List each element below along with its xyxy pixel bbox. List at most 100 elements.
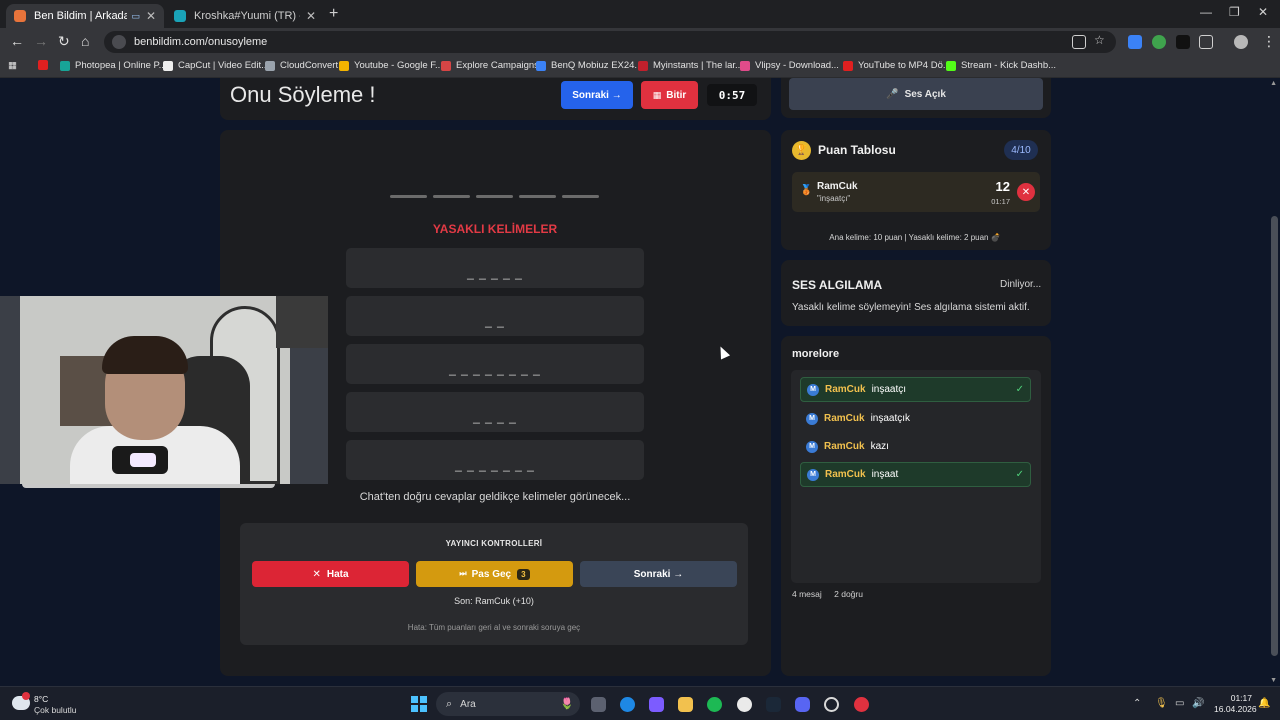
tab-close-icon[interactable]: ✕ [146, 9, 156, 23]
profile-avatar-icon[interactable] [1234, 35, 1248, 49]
audio-icon: ▭ [131, 10, 140, 21]
reload-icon[interactable]: ↻ [58, 33, 70, 50]
notification-bell-icon[interactable]: 🔔 [1258, 698, 1270, 709]
tulips-decoration-icon: 🌷 [560, 698, 574, 710]
youtube-bookmark-icon[interactable] [38, 60, 53, 70]
bookmark-myinstants[interactable]: Myinstants | The lar... [638, 60, 743, 71]
user-avatar-icon: M [807, 468, 819, 481]
bookmark-vlipsy[interactable]: Vlipsy - Download... [740, 60, 839, 71]
bookmark-youtube-mp4[interactable]: YouTube to MP4 Dö... [843, 60, 951, 71]
scoreboard-count-badge: 4/10 [1004, 140, 1038, 160]
webcam-mic-light [130, 453, 156, 467]
chat-username: RamCuk [825, 469, 866, 480]
finish-button[interactable]: ▦ Bitir [641, 81, 698, 109]
chat-text: inşaat [871, 469, 899, 480]
volume-icon[interactable]: 🔊 [1192, 698, 1204, 709]
back-icon[interactable]: ← [10, 33, 24, 49]
menu-kebab-icon[interactable]: ⋮ [1262, 33, 1276, 50]
minimize-icon[interactable]: — [1200, 5, 1212, 19]
close-window-icon[interactable]: ✕ [1258, 5, 1268, 19]
extensions-puzzle-icon[interactable] [1199, 35, 1213, 49]
spotify-icon[interactable] [707, 697, 722, 712]
search-icon: ⌕ [446, 697, 453, 710]
tab-close-icon[interactable]: ✕ [306, 9, 316, 23]
word-letter-slot [433, 195, 470, 198]
site-favicon-icon [14, 10, 26, 22]
error-note-text: Hata: Tüm puanları geri al ve sonraki so… [407, 623, 581, 632]
tab-league[interactable]: Kroshka#Yuumi (TR) - LeagueO ✕ [166, 4, 324, 28]
trophy-icon: 🏆 [792, 141, 811, 160]
restore-icon[interactable]: ❐ [1229, 5, 1240, 19]
scroll-up-icon[interactable]: ▲ [1270, 80, 1277, 87]
extension-icon[interactable] [1128, 35, 1142, 49]
file-explorer-icon[interactable] [678, 697, 693, 712]
last-answer-text: Son: RamCuk (+10) [454, 596, 534, 606]
webcam-person-hair [102, 336, 188, 374]
tab-ben-bildim[interactable]: Ben Bildim | Arkadaşlarınla ▭ ✕ [6, 4, 164, 28]
bookmark-youtube-google[interactable]: Youtube - Google F... [339, 60, 443, 71]
controls-title: YAYINCI KONTROLLERİ [445, 539, 543, 548]
clock-date: 16.04.2026 [1214, 704, 1257, 714]
sound-toggle-button[interactable]: 🎤 Ses Açık [789, 78, 1043, 110]
address-bar[interactable]: benbildim.com/onusoyleme [104, 31, 1116, 53]
bookmark-cloudconvert[interactable]: CloudConvert [265, 60, 338, 71]
remove-player-icon[interactable]: ✕ [1017, 183, 1035, 201]
bookmark-capcut[interactable]: CapCut | Video Edit... [163, 60, 269, 71]
clock[interactable]: 01:17 16.04.2026 [1214, 693, 1257, 715]
taskbar-search[interactable]: ⌕ Ara 🌷 [436, 692, 580, 716]
task-view-icon[interactable] [591, 697, 606, 712]
new-tab-icon[interactable]: + [329, 5, 338, 23]
microphone-tray-icon[interactable]: 🎙 [1155, 698, 1168, 709]
chat-username: RamCuk [824, 413, 865, 424]
voice-panel [781, 260, 1051, 326]
install-app-icon[interactable] [1072, 35, 1086, 49]
chrome-icon[interactable] [737, 697, 752, 712]
show-hidden-icons-chevron-icon[interactable]: ⌃ [1133, 698, 1141, 709]
error-button[interactable]: ✕ Hata [252, 561, 409, 587]
user-avatar-icon: M [807, 383, 819, 396]
skip-count-badge: 3 [517, 568, 530, 580]
webcam-frame-edge [22, 484, 275, 488]
edge-icon[interactable] [620, 697, 635, 712]
riot-client-icon[interactable] [854, 697, 869, 712]
next-button[interactable]: Sonraki → [561, 81, 633, 109]
checkered-flag-icon: ▦ [652, 89, 662, 100]
controls-next-button[interactable]: Sonraki → [580, 561, 737, 587]
banned-word-box: _ _ _ _ _ _ _ _ [346, 344, 644, 384]
bookmark-kick[interactable]: Stream - Kick Dashb... [946, 60, 1056, 71]
discord-icon[interactable] [795, 697, 810, 712]
scroll-down-icon[interactable]: ▼ [1270, 677, 1277, 684]
steam-icon[interactable] [766, 697, 781, 712]
page-scrollbar[interactable] [1271, 216, 1278, 656]
chat-text: kazı [870, 441, 889, 452]
chat-message: M RamCuk inşaat ✓ [800, 462, 1031, 487]
bookmark-explore-campaigns[interactable]: Explore Campaigns [441, 60, 539, 71]
correct-count: 2 doğru [834, 589, 863, 599]
chat-username: RamCuk [825, 384, 866, 395]
chat-text: inşaatçık [870, 413, 911, 424]
bookmark-photopea[interactable]: Photopea | Online P... [60, 60, 167, 71]
apps-grid-icon[interactable]: ▦ [8, 60, 17, 71]
home-icon[interactable]: ⌂ [81, 33, 89, 49]
banned-word-box: _ _ _ _ [346, 392, 644, 432]
word-letter-slot [562, 195, 599, 198]
weather-condition: Çok bulutlu [34, 705, 77, 715]
bookmark-benq[interactable]: BenQ Mobiuz EX24... [536, 60, 642, 71]
shield-extension-icon[interactable] [1152, 35, 1166, 49]
copilot-icon[interactable] [649, 697, 664, 712]
banned-word-box: _ _ _ _ _ [346, 248, 644, 288]
close-icon: ✕ [312, 568, 321, 580]
site-info-icon[interactable] [112, 35, 126, 49]
obs-icon[interactable] [824, 697, 839, 712]
tab-title: Kroshka#Yuumi (TR) - LeagueO [194, 10, 300, 22]
bookmark-star-icon[interactable]: ☆ [1094, 33, 1108, 47]
chat-text: inşaatçı [871, 384, 907, 395]
windows-start-icon[interactable] [411, 696, 427, 712]
tab-extension-icon[interactable] [1176, 35, 1190, 49]
bookmarks-bar: ▦ Photopea | Online P... CapCut | Video … [0, 56, 1280, 78]
skip-button[interactable]: ⏭ Pas Geç 3 [416, 561, 573, 587]
forward-icon[interactable]: → [34, 33, 48, 49]
voice-status: Dinliyor... [1000, 279, 1042, 290]
chat-username: RamCuk [824, 441, 865, 452]
network-icon[interactable]: ▭ [1175, 698, 1184, 709]
